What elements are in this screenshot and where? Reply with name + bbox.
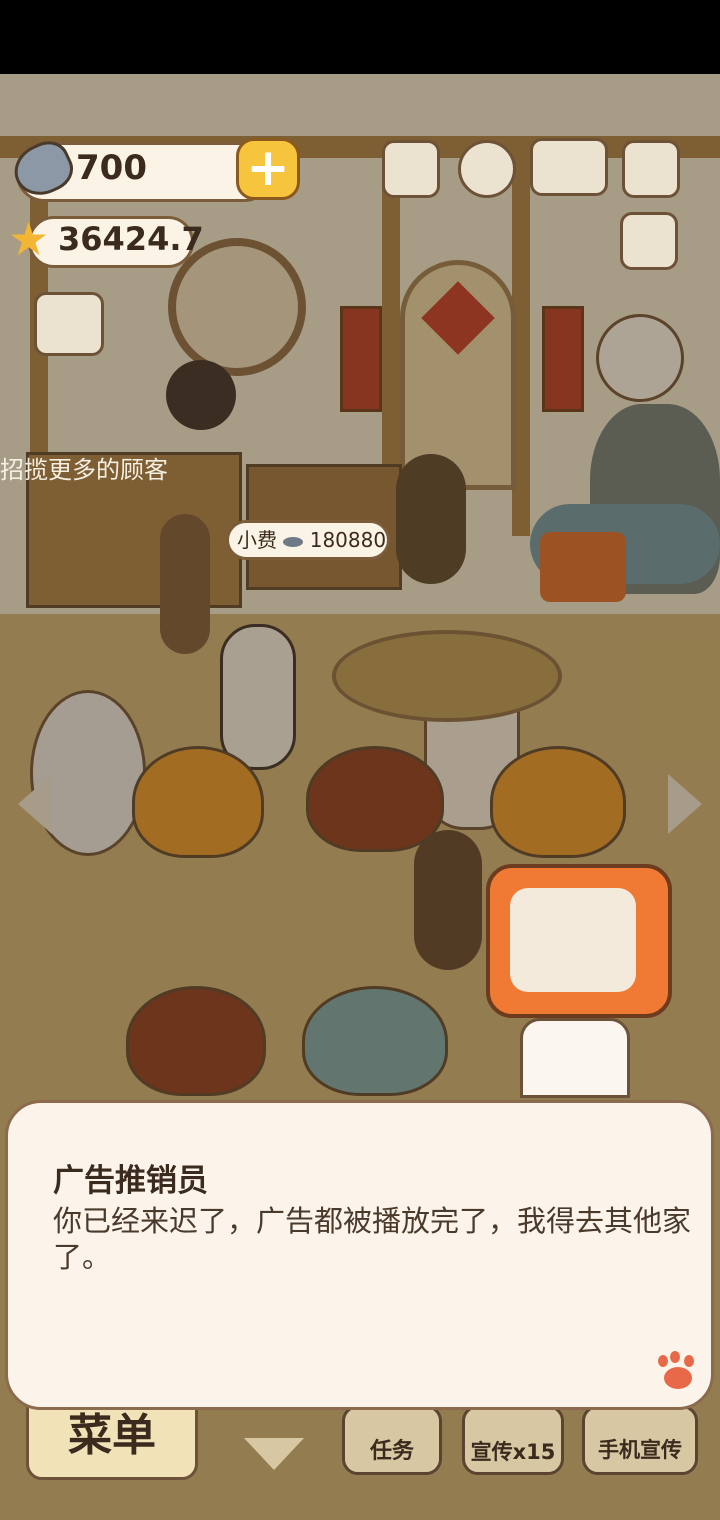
promo-button[interactable]: 宣传x15 xyxy=(462,1405,564,1475)
camera-icon[interactable] xyxy=(622,140,680,198)
tip-label: 小费 xyxy=(237,528,277,552)
tv-screen-face xyxy=(510,888,636,992)
ad-seller-body xyxy=(520,1018,630,1098)
dialog-message: 你已经来迟了，广告都被播放完了，我得去其他家了。 xyxy=(53,1204,692,1274)
dialog-speaker: 广告推销员 xyxy=(53,1163,208,1199)
fish-icon xyxy=(283,536,304,547)
star-count: 36424.7 xyxy=(58,220,204,258)
settings-gear-icon[interactable] xyxy=(458,140,516,198)
promo-label: 宣传x15 xyxy=(470,1440,556,1464)
newspaper-icon[interactable] xyxy=(620,212,678,270)
task-button[interactable]: 任务 xyxy=(342,1405,442,1475)
fish-count: 700 xyxy=(76,148,147,188)
plus-icon[interactable]: + xyxy=(236,138,300,200)
leaderboard-icon[interactable] xyxy=(382,140,440,198)
promo-banner-text: 招揽更多的顾客 xyxy=(0,456,168,484)
tv-head-ad-seller[interactable] xyxy=(486,864,672,1018)
menu-label: 菜单 xyxy=(68,1410,156,1461)
tip-bubble: 小费 180880 xyxy=(226,520,390,560)
phone-promo-label: 手机宣传 xyxy=(598,1438,682,1462)
chevron-down-icon[interactable] xyxy=(244,1438,304,1470)
npc-dialog[interactable]: 广告推销员 你已经来迟了，广告都被播放完了，我得去其他家了。 xyxy=(5,1100,714,1410)
shop-icon[interactable] xyxy=(34,292,104,356)
task-label: 任务 xyxy=(369,1439,414,1464)
recipe-book-icon[interactable] xyxy=(530,138,608,196)
star-icon: ★ xyxy=(8,212,50,266)
phone-promo-button[interactable]: 手机宣传 xyxy=(582,1405,698,1475)
paw-icon[interactable] xyxy=(658,1351,698,1391)
status-bar xyxy=(0,0,720,74)
tip-value: 180880 xyxy=(309,528,387,552)
